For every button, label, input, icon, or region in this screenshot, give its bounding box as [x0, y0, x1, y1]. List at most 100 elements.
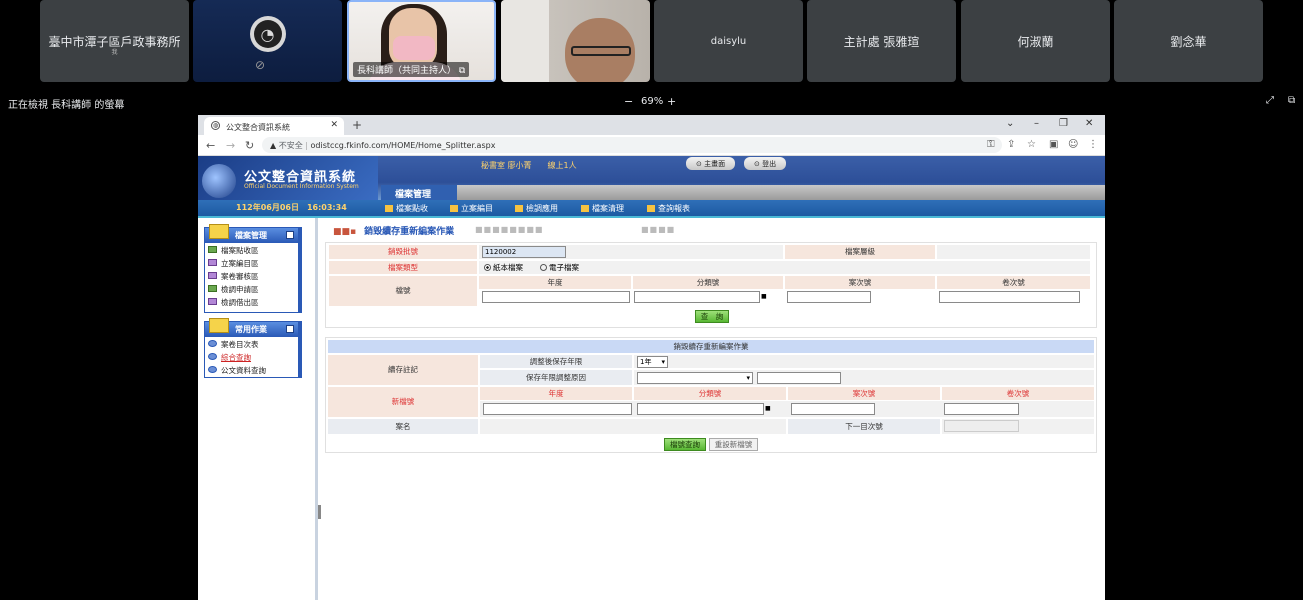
- participant-tile-presenter[interactable]: 長科講師（共同主持人） ⧉: [347, 0, 496, 82]
- url-text: odistccg.fkinfo.com/HOME/Home_Splitter.a…: [310, 141, 496, 150]
- col-class: 分類號: [634, 387, 786, 400]
- radio-electronic[interactable]: 電子檔案: [540, 261, 579, 274]
- chevron-down-icon: ▾: [746, 374, 750, 382]
- security-label: 不安全: [278, 141, 303, 150]
- user-info: 秘書室 廖小菁 線上1人: [481, 161, 577, 170]
- menu-item[interactable]: 檢調應用: [515, 203, 558, 214]
- sidebar-item[interactable]: 檢調借出區: [205, 295, 298, 308]
- tab-close-button[interactable]: ✕: [330, 120, 338, 130]
- menu-kebab-icon[interactable]: ⋮: [1088, 139, 1098, 150]
- home-button[interactable]: ⊙ 主畫面: [686, 157, 736, 170]
- sidebar-item[interactable]: 檔案點收區: [205, 243, 298, 256]
- bookmark-star-icon[interactable]: ☆: [1027, 139, 1036, 150]
- key-icon[interactable]: ⚿: [987, 139, 995, 150]
- participant-tile[interactable]: 何淑蘭: [961, 0, 1110, 82]
- radio-unchecked-icon: [540, 264, 547, 271]
- new-case-input[interactable]: [791, 403, 875, 415]
- type-label: 檔案類型: [329, 261, 477, 274]
- new-fileno-label: 新檔號: [328, 387, 478, 417]
- reason-select[interactable]: ▾: [637, 372, 753, 384]
- class-picker-icon[interactable]: ■: [765, 402, 771, 415]
- shared-browser-window: ◍ 公文整合資訊系統 ✕ + ⌄ – ❐ ✕ ← → ↻ ▲ 不安全 | odi…: [198, 115, 1105, 600]
- batch-number-input[interactable]: 1120002: [482, 246, 566, 258]
- fullscreen-icon[interactable]: ⤢: [1266, 95, 1274, 106]
- doc-icon: [208, 272, 217, 279]
- participant-tile-obs[interactable]: ◔ ⊘: [193, 0, 342, 82]
- sidebar-item[interactable]: 公文資料查詢: [205, 363, 298, 376]
- tab-strip: ◍ 公文整合資訊系統 ✕ + ⌄ – ❐ ✕: [198, 115, 1105, 135]
- module-tab[interactable]: 檔案管理: [381, 185, 457, 200]
- tab-search-icon[interactable]: ⌄: [1006, 118, 1014, 129]
- new-year-input[interactable]: [483, 403, 632, 415]
- globe-logo-icon: [202, 164, 236, 198]
- menu-item[interactable]: 檔案清理: [581, 203, 624, 214]
- close-window-button[interactable]: ✕: [1085, 118, 1093, 129]
- participant-tile-self[interactable]: 臺中市潭子區戶政事務所 我: [40, 0, 189, 82]
- folder-icon: [209, 224, 229, 239]
- reset-fileno-button[interactable]: 重設新檔號: [709, 438, 758, 451]
- back-icon[interactable]: ←: [206, 139, 215, 152]
- case-input[interactable]: [787, 291, 871, 303]
- sidebar-box-title: 常用作業: [235, 325, 267, 334]
- main-content: ■■▪ 銷毀續存重新編案作業 ■■■■■■■■ ■■■■ 銷毀批號 1120002…: [325, 218, 1105, 600]
- search-icon: [208, 340, 217, 347]
- sidebar-icon[interactable]: ▣: [1049, 139, 1058, 150]
- case-name-label: 案名: [328, 419, 478, 434]
- participant-name: 何淑蘭: [1017, 34, 1054, 49]
- section-title: 銷毀續存重新編案作業: [328, 340, 1094, 353]
- folder-icon: [385, 205, 393, 212]
- splitter-handle[interactable]: [318, 505, 321, 519]
- vol-input[interactable]: [939, 291, 1080, 303]
- menu-item[interactable]: 檔案點收: [385, 203, 428, 214]
- class-picker-icon[interactable]: ■: [761, 290, 767, 303]
- reason-input[interactable]: [757, 372, 841, 384]
- restore-button[interactable]: ❐: [1059, 118, 1068, 129]
- participant-tile[interactable]: daisylu: [654, 0, 803, 82]
- col-year: 年度: [480, 387, 632, 400]
- class-input[interactable]: [634, 291, 760, 303]
- zoom-level: 69%: [641, 96, 664, 107]
- minimize-button[interactable]: –: [1034, 118, 1039, 129]
- sidebar-item-active[interactable]: 綜合查詢: [205, 350, 298, 363]
- query-fileno-button[interactable]: 檔號查詢: [664, 438, 706, 451]
- query-button[interactable]: 查 詢: [695, 310, 729, 323]
- participant-tile-video[interactable]: [501, 0, 650, 82]
- pop-out-icon[interactable]: ⧉: [1288, 95, 1295, 106]
- chevron-down-icon: ▾: [661, 358, 665, 366]
- profile-icon[interactable]: ☺: [1068, 139, 1078, 150]
- radio-paper[interactable]: 紙本檔案: [484, 261, 523, 274]
- logout-button[interactable]: ⊙ 登出: [744, 157, 787, 170]
- sidebar-item[interactable]: 檢調申請區: [205, 282, 298, 295]
- share-icon[interactable]: ⇪: [1007, 139, 1015, 150]
- sidebar-item[interactable]: 立案編目區: [205, 256, 298, 269]
- new-class-input[interactable]: [637, 403, 764, 415]
- collapse-icon[interactable]: [286, 231, 294, 239]
- sidebar-item[interactable]: 案卷審核區: [205, 269, 298, 282]
- new-tab-button[interactable]: +: [352, 118, 362, 132]
- browser-tab[interactable]: ◍ 公文整合資訊系統 ✕: [204, 117, 344, 135]
- doc-icon: [208, 298, 217, 305]
- participant-tile[interactable]: 劉念華: [1114, 0, 1263, 82]
- warning-icon: ▲: [270, 141, 277, 150]
- retention-select[interactable]: 1年 ▾: [637, 356, 668, 368]
- doc-icon: [208, 259, 217, 266]
- menu-item[interactable]: 立案編目: [450, 203, 493, 214]
- camera-off-icon: ⊘: [255, 58, 266, 72]
- zoom-in-button[interactable]: +: [667, 95, 676, 108]
- zoom-out-button[interactable]: −: [624, 95, 633, 108]
- url-field[interactable]: ▲ 不安全 | odistccg.fkinfo.com/HOME/Home_Sp…: [262, 137, 1002, 153]
- collapse-icon[interactable]: [286, 325, 294, 333]
- participant-tile[interactable]: 主計處 張雅瑄: [807, 0, 956, 82]
- sidebar-item[interactable]: 案卷目次表: [205, 337, 298, 350]
- next-vol-label: 下一目次號: [788, 419, 940, 434]
- next-vol-input[interactable]: [944, 420, 1019, 432]
- menu-item[interactable]: 查詢報表: [647, 203, 690, 214]
- reload-icon[interactable]: ↻: [245, 139, 254, 152]
- forward-icon[interactable]: →: [226, 139, 235, 152]
- sidebar-box-title: 檔案管理: [235, 231, 267, 240]
- participant-name: 主計處 張雅瑄: [843, 34, 920, 49]
- search-icon: [208, 353, 217, 360]
- doc-icon: [208, 285, 217, 292]
- year-input[interactable]: [482, 291, 630, 303]
- new-vol-input[interactable]: [944, 403, 1019, 415]
